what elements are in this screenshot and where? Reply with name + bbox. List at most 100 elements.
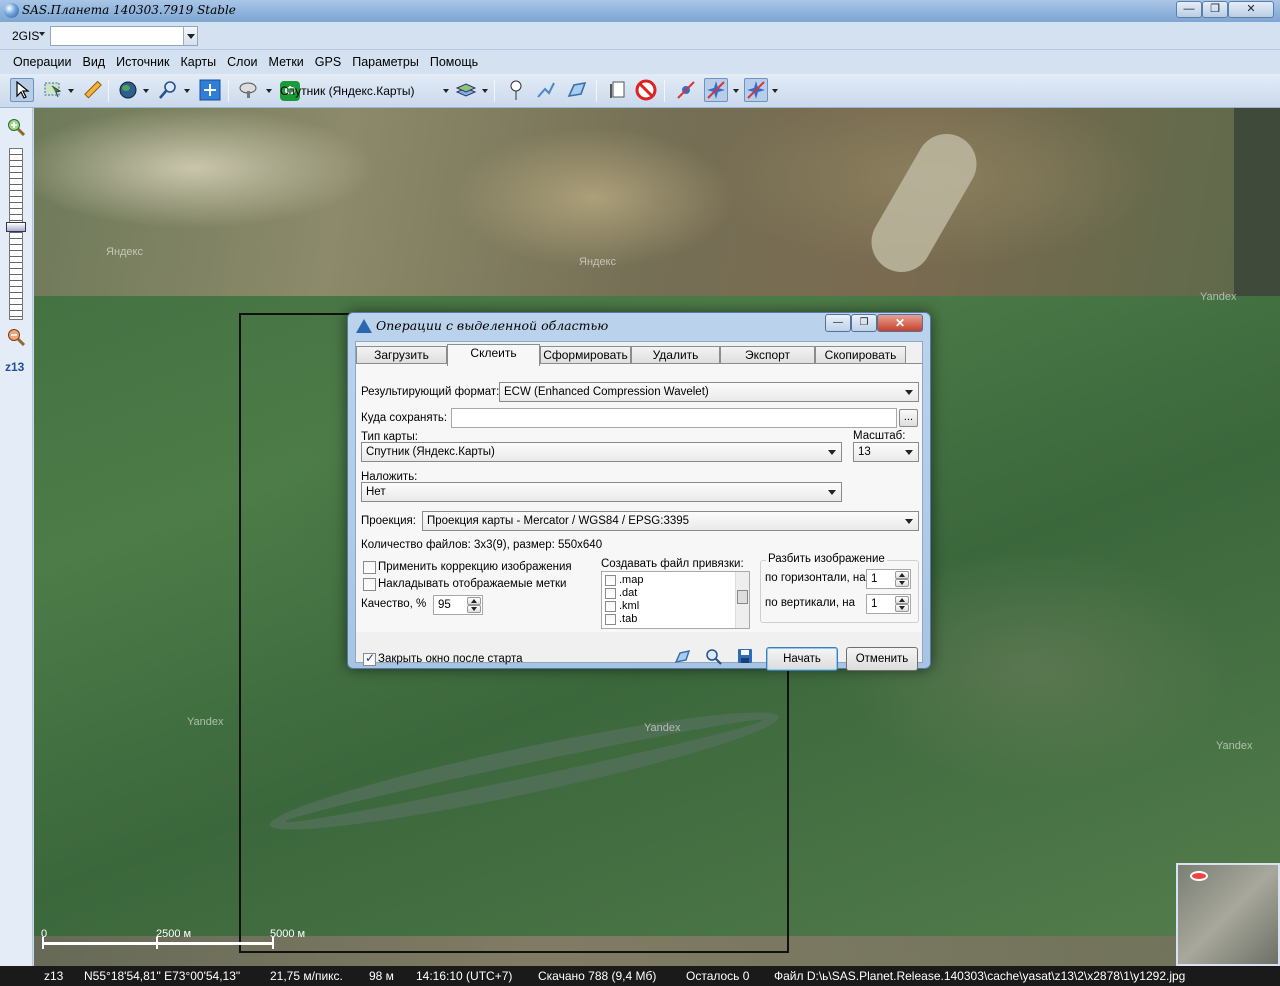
spin-down-icon[interactable] — [895, 579, 909, 587]
gps-center-icon[interactable] — [744, 78, 768, 102]
georef-kml-checkbox[interactable] — [605, 601, 616, 612]
chevron-down-icon[interactable] — [39, 32, 45, 36]
add-polygon-icon[interactable] — [565, 78, 589, 102]
list-scrollbar[interactable] — [735, 572, 749, 628]
spin-down-icon[interactable] — [895, 604, 909, 612]
map-type-selector[interactable]: Ф Спутник (Яндекс.Карты) — [280, 79, 414, 103]
status-resolution: 21,75 м/пикс. — [270, 969, 343, 983]
gps-connect-icon[interactable] — [704, 78, 728, 102]
marks-list-icon[interactable] — [606, 78, 630, 102]
quality-value: 95 — [438, 599, 451, 611]
menu-view[interactable]: Вид — [75, 50, 109, 69]
projection-label: Проекция: — [361, 515, 416, 527]
menu-parameters[interactable]: Параметры — [345, 50, 423, 69]
spin-down-icon[interactable] — [467, 605, 481, 613]
cancel-button[interactable]: Отменить — [846, 647, 918, 671]
pointer-tool-icon[interactable] — [10, 78, 34, 102]
search-dropdown-button[interactable] — [183, 27, 197, 45]
overlay-select[interactable]: Нет — [361, 482, 842, 502]
zoom-magnifier-icon[interactable] — [156, 78, 180, 102]
minimize-button[interactable]: — — [1176, 1, 1202, 18]
gps-track-icon[interactable] — [674, 78, 698, 102]
map-watermark: Yandex — [187, 716, 224, 728]
show-polygon-icon[interactable] — [673, 648, 693, 668]
chevron-down-icon[interactable] — [733, 89, 739, 93]
status-bar: z13 N55°18'54,81" E73°00'54,13" 21,75 м/… — [0, 966, 1280, 986]
maximize-button[interactable]: ❐ — [1202, 1, 1228, 18]
split-horizontal-spinner[interactable]: 1 — [866, 569, 911, 589]
chevron-down-icon[interactable] — [68, 89, 74, 93]
georef-map-checkbox[interactable] — [605, 575, 616, 586]
close-button[interactable]: ✕ — [1228, 1, 1274, 18]
dialog-title: Операции с выделенной областью — [376, 318, 609, 333]
layers-icon[interactable] — [454, 78, 478, 102]
menu-layers[interactable]: Слои — [220, 50, 261, 69]
apply-correction-checkbox[interactable] — [363, 561, 376, 574]
scrollbar-thumb[interactable] — [737, 590, 748, 604]
menu-maps[interactable]: Карты — [173, 50, 220, 69]
browse-button[interactable]: ... — [899, 409, 918, 427]
ruler-icon[interactable] — [80, 78, 104, 102]
menu-help[interactable]: Помощь — [423, 50, 482, 69]
dialog-close-button[interactable]: ✕ — [877, 314, 923, 332]
georef-list[interactable]: .map .dat .kml .tab — [601, 571, 750, 629]
status-file: Файл D:\ь\SAS.Planet.Release.140303\cach… — [774, 969, 1186, 983]
zoom-slider-track[interactable] — [9, 148, 23, 320]
spin-up-icon[interactable] — [895, 596, 909, 604]
list-item[interactable]: .kml — [602, 600, 749, 613]
placemark-icon[interactable] — [504, 78, 528, 102]
chevron-down-icon[interactable] — [266, 89, 272, 93]
menu-operations[interactable]: Операции — [6, 50, 75, 69]
chevron-down-icon[interactable] — [772, 89, 778, 93]
format-label: Результирующий формат: — [361, 386, 500, 398]
list-item[interactable]: .dat — [602, 587, 749, 600]
overlay-marks-checkbox[interactable] — [363, 578, 376, 591]
status-time: 14:16:10 (UTC+7) — [416, 969, 513, 983]
satellite-dish-icon[interactable] — [238, 78, 262, 102]
georef-tab-checkbox[interactable] — [605, 614, 616, 625]
select-area-icon[interactable] — [41, 78, 65, 102]
menu-gps[interactable]: GPS — [308, 50, 345, 69]
list-item[interactable]: .map — [602, 574, 749, 587]
zoom-slider-thumb[interactable] — [6, 222, 26, 232]
globe-icon[interactable] — [116, 78, 140, 102]
map-watermark: Яндекс — [106, 246, 143, 258]
chevron-down-icon[interactable] — [482, 89, 488, 93]
minimap[interactable] — [1176, 863, 1280, 966]
list-item[interactable]: .tab — [602, 613, 749, 626]
scale-select[interactable]: 13 — [853, 442, 919, 462]
start-button[interactable]: Начать — [766, 647, 838, 671]
close-after-start-checkbox[interactable] — [363, 651, 376, 666]
hide-marks-icon[interactable] — [634, 78, 658, 102]
search-engine-selector[interactable]: 2GIS — [12, 29, 39, 43]
tab-stitch[interactable]: Склеить — [447, 344, 540, 366]
chevron-down-icon[interactable] — [443, 89, 449, 93]
georef-dat-checkbox[interactable] — [605, 588, 616, 599]
map-type-select[interactable]: Спутник (Яндекс.Карты) — [361, 442, 842, 462]
projection-select[interactable]: Проекция карты - Mercator / WGS84 / EPSG… — [422, 511, 919, 531]
zoom-to-selection-icon[interactable] — [704, 648, 724, 668]
spin-up-icon[interactable] — [467, 597, 481, 605]
save-path-input[interactable] — [451, 408, 897, 428]
map-watermark: Yandex — [644, 722, 681, 734]
split-vertical-label: по вертикали, на — [765, 597, 855, 609]
format-select[interactable]: ECW (Enhanced Compression Wavelet) — [499, 382, 919, 402]
window-title: SAS.Планета 140303.7919 Stable — [22, 3, 236, 17]
quality-spinner[interactable]: 95 — [433, 595, 483, 615]
fullscreen-icon[interactable] — [198, 78, 222, 102]
add-path-icon[interactable] — [534, 78, 558, 102]
chevron-down-icon[interactable] — [143, 89, 149, 93]
save-icon[interactable] — [735, 648, 755, 668]
menu-marks[interactable]: Метки — [262, 50, 308, 69]
dialog-maximize-button[interactable]: ❐ — [851, 314, 877, 332]
status-altitude: 98 м — [369, 969, 394, 983]
search-bar: 2GIS — [0, 22, 1280, 50]
zoom-out-icon[interactable] — [7, 328, 26, 347]
chevron-down-icon[interactable] — [184, 89, 190, 93]
split-vertical-spinner[interactable]: 1 — [866, 594, 911, 614]
zoom-in-icon[interactable] — [7, 118, 26, 137]
spin-up-icon[interactable] — [895, 571, 909, 579]
dialog-minimize-button[interactable]: — — [825, 314, 851, 332]
menu-source[interactable]: Источник — [109, 50, 173, 69]
search-input[interactable] — [50, 26, 198, 46]
